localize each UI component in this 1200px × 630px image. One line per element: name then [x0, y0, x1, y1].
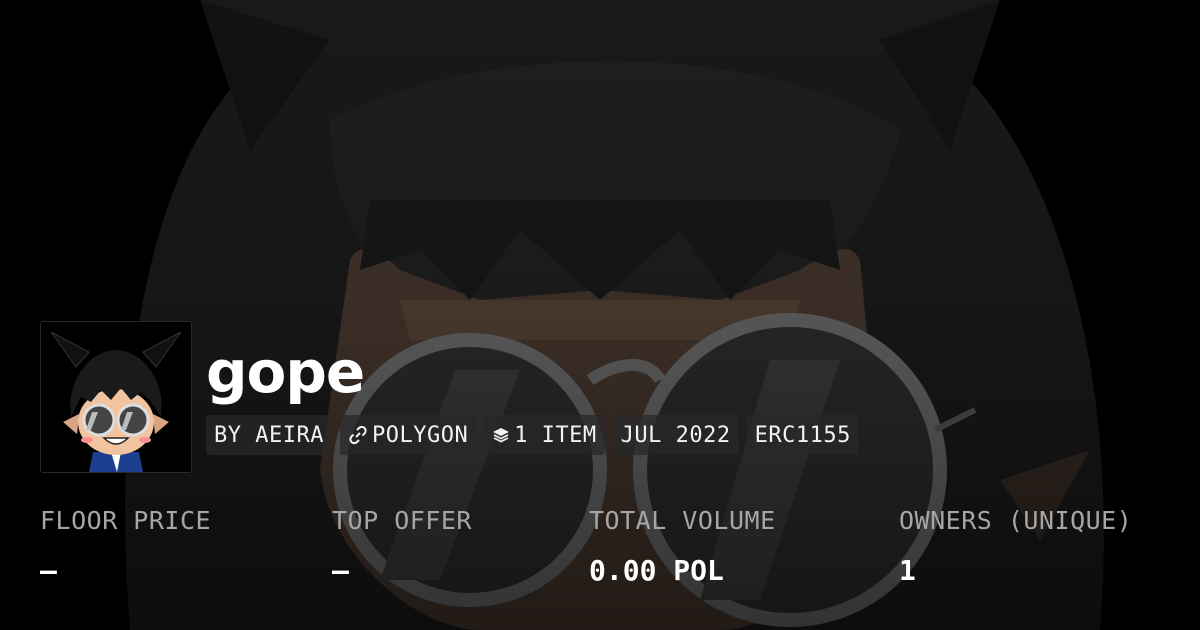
- background-shade: [0, 0, 1200, 630]
- stack-layers-icon: [492, 426, 510, 444]
- creator-chip[interactable]: BY AEIRA: [206, 415, 332, 455]
- creator-label: BY AEIRA: [214, 422, 324, 448]
- standard-chip: ERC1155: [746, 415, 859, 455]
- collection-title: gope: [206, 338, 365, 406]
- chain-chip[interactable]: POLYGON: [339, 415, 477, 455]
- polygon-link-icon: [348, 425, 368, 445]
- date-label: JUL 2022: [620, 422, 731, 448]
- avatar-image: [41, 322, 191, 472]
- collection-meta-chips: BY AEIRA POLYGON 1 ITEM JUL 2022 ERC1155: [206, 415, 859, 455]
- standard-label: ERC1155: [754, 422, 851, 448]
- date-chip: JUL 2022: [612, 415, 739, 455]
- chain-label: POLYGON: [371, 422, 469, 448]
- items-label: 1 ITEM: [514, 422, 597, 448]
- items-chip: 1 ITEM: [484, 415, 605, 455]
- collection-avatar: [40, 321, 192, 473]
